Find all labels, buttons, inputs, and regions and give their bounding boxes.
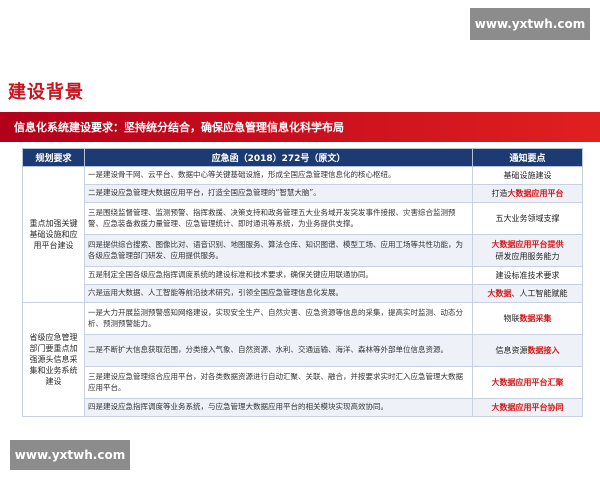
table-header-row: 规划要求 应急函（2018）272号（原文） 通知要点	[22, 148, 583, 167]
table-row: 五是制定全国各级应急指挥调度系统的建设标准和技术要求，确保关键应用联通协同。 建…	[23, 266, 583, 285]
table-row: 四是提供综合搜索、图像比对、语音识别、地图服务、算法仓库、知识图谱、模型工场、应…	[23, 234, 583, 267]
key-point-suffix: 研发应用服务能力	[495, 251, 560, 261]
row-key-point: 信息资源数据接入	[472, 334, 583, 367]
row-text: 四是提供综合搜索、图像比对、语音识别、地图服务、算法仓库、知识图谱、模型工场、应…	[84, 234, 473, 267]
requirement-banner: 信息化系统建设要求：坚持统分结合，确保应急管理信息化科学布局	[0, 112, 600, 142]
row-key-point: 大数据应用平台汇聚	[472, 366, 583, 399]
table-row: 二是不断扩大信息获取范围，分类接入气象、自然资源、水利、交通运输、海洋、森林等外…	[23, 334, 583, 367]
row-text: 三是建设应急管理综合应用平台，对各类数据资源进行自动汇聚、关联、融合，并按要求实…	[84, 366, 473, 399]
plan-table: 规划要求 应急函（2018）272号（原文） 通知要点 重点加强关键基础设施和应…	[22, 148, 583, 417]
table-row: 省级应急管理部门要重点加强源头信息采集和业务系统建设 一是大力开展监测预警感知网…	[22, 302, 583, 417]
key-point-normal: 信息资源	[495, 345, 528, 355]
key-point-highlight: 大数据应用平台协同	[491, 402, 564, 412]
row-key-point: 打造大数据应用平台	[472, 184, 583, 203]
banner-text: 信息化系统建设要求：坚持统分结合，确保应急管理信息化科学布局	[14, 121, 344, 134]
table-row: 六是运用大数据、人工智能等前沿技术研究，引领全国应急管理信息化发展。 大数据、人…	[23, 284, 583, 303]
row-text: 六是运用大数据、人工智能等前沿技术研究，引领全国应急管理信息化发展。	[84, 284, 473, 303]
key-point-normal: 基础设施建设	[503, 170, 552, 180]
group-label-provincial: 省级应急管理部门要重点加强源头信息采集和业务系统建设	[22, 302, 85, 417]
table-row: 四是建设应急指挥调度等业务系统，与应急管理大数据应用平台的相关模块实现高效协同。…	[23, 398, 583, 417]
table-row: 三是建设应急管理综合应用平台，对各类数据资源进行自动汇聚、关联、融合，并按要求实…	[23, 366, 583, 399]
key-point-highlight: 大数据应用平台提供	[491, 240, 564, 250]
row-key-point: 物联数据采集	[472, 302, 583, 335]
row-text: 三是围绕监督管理、监测预警、指挥救援、决策支持和政务管理五大业务域开发突发事件接…	[84, 202, 473, 235]
row-key-point: 建设标准技术要求	[472, 266, 583, 285]
row-text: 二是建设应急管理大数据应用平台，打造全国应急管理的“智慧大脑”。	[84, 184, 473, 203]
key-point-normal: 打造	[491, 188, 508, 198]
header-original-text: 应急函（2018）272号（原文）	[84, 148, 473, 167]
key-point-highlight: 大数据应用平台	[507, 188, 564, 198]
table-row: 二是建设应急管理大数据应用平台，打造全国应急管理的“智慧大脑”。 打造大数据应用…	[23, 184, 583, 203]
row-text: 四是建设应急指挥调度等业务系统，与应急管理大数据应用平台的相关模块实现高效协同。	[84, 398, 473, 417]
row-key-point: 大数据应用平台协同	[472, 398, 583, 417]
key-point-highlight: 大数据	[487, 288, 512, 298]
row-text: 五是制定全国各级应急指挥调度系统的建设标准和技术要求，确保关键应用联通协同。	[84, 266, 473, 285]
row-key-point: 大数据应用平台提供 研发应用服务能力	[472, 234, 583, 267]
table-row: 重点加强关键基础设施和应用平台建设 一是建设骨干网、云平台、数据中心等关键基础设…	[22, 166, 583, 303]
header-requirement: 规划要求	[22, 148, 85, 167]
key-point-normal: 建设标准技术要求	[495, 270, 560, 280]
table-row: 三是围绕监督管理、监测预警、指挥救援、决策支持和政务管理五大业务域开发突发事件接…	[23, 202, 583, 235]
key-point-suffix: 、人工智能赋能	[511, 288, 568, 298]
key-point-normal: 物联	[503, 313, 520, 323]
key-point-highlight: 数据采集	[519, 313, 552, 323]
page-title: 建设背景	[8, 82, 84, 103]
row-text: 一是建设骨干网、云平台、数据中心等关键基础设施，形成全国应急管理信息化的核心枢纽…	[84, 166, 473, 185]
row-key-point: 大数据、人工智能赋能	[472, 284, 583, 303]
row-key-point: 基础设施建设	[472, 166, 583, 185]
key-point-normal: 五大业务领域支撑	[495, 213, 560, 223]
header-key-points: 通知要点	[472, 148, 583, 167]
key-point-highlight: 数据接入	[527, 345, 560, 355]
watermark-top: www.yxtwh.com	[470, 8, 590, 40]
group-label-platform: 重点加强关键基础设施和应用平台建设	[22, 166, 85, 303]
row-text: 二是不断扩大信息获取范围，分类接入气象、自然资源、水利、交通运输、海洋、森林等外…	[84, 334, 473, 367]
row-text: 一是大力开展监测预警感知网络建设，实现安全生产、自然灾害、应急资源等信息的采集，…	[84, 302, 473, 335]
key-point-highlight: 大数据应用平台汇聚	[491, 377, 564, 387]
row-key-point: 五大业务领域支撑	[472, 202, 583, 235]
watermark-bottom: www.yxtwh.com	[10, 440, 130, 470]
